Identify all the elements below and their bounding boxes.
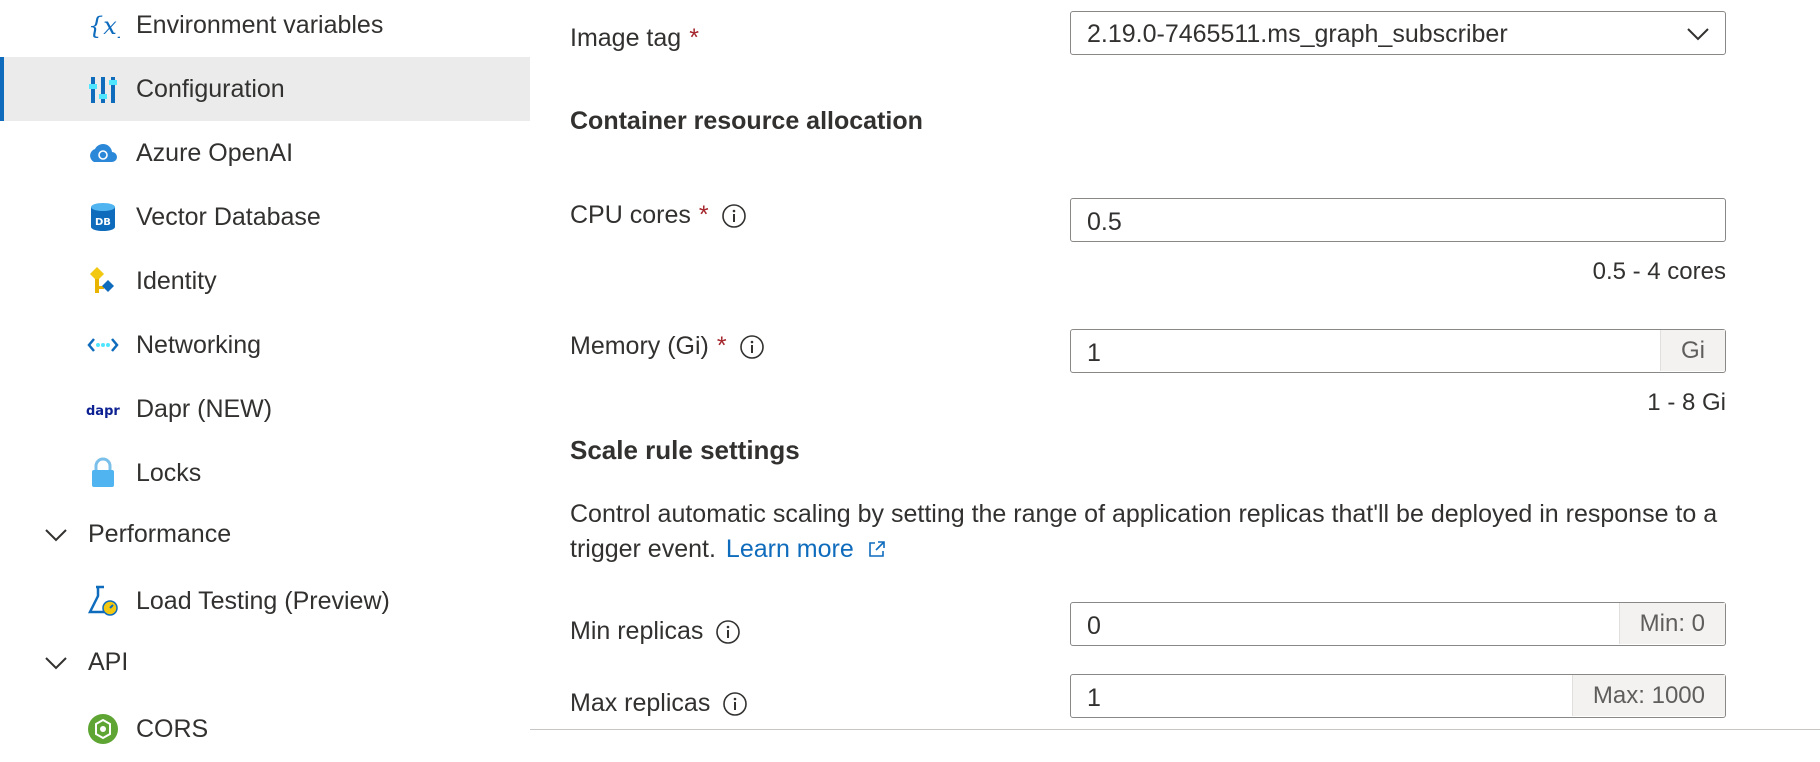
- dapr-icon: dapr: [86, 392, 120, 426]
- sidebar-item-azure-openai[interactable]: Azure OpenAI: [0, 121, 530, 185]
- sidebar-group-api[interactable]: API: [0, 633, 530, 693]
- sidebar-nav: {x} Environment variables Configuration …: [0, 0, 530, 762]
- sidebar-item-label: Identity: [136, 266, 217, 295]
- variable-icon: {x}: [86, 8, 120, 42]
- sidebar-item-vector-database[interactable]: DB Vector Database: [0, 185, 530, 249]
- info-icon[interactable]: [715, 619, 741, 645]
- min-replicas-suffix: Min: 0: [1618, 603, 1725, 644]
- chevron-down-icon: [45, 657, 67, 670]
- sidebar-item-label: Dapr (NEW): [136, 394, 273, 423]
- sidebar-item-label: Azure OpenAI: [136, 138, 294, 167]
- resource-allocation-heading: Container resource allocation: [570, 107, 923, 135]
- key-icon: [86, 264, 120, 298]
- link-text: Learn more: [725, 535, 854, 563]
- svg-text:{x}: {x}: [88, 12, 120, 40]
- label-text: Max replicas: [570, 689, 711, 717]
- configuration-form: Image tag * 2.19.0-7465511.ms_graph_subs…: [530, 0, 1820, 762]
- memory-input[interactable]: 1 Gi: [1070, 329, 1726, 373]
- scale-rule-heading: Scale rule settings: [570, 435, 800, 465]
- max-replicas-label: Max replicas: [570, 689, 748, 718]
- min-replicas-value: 0: [1087, 612, 1101, 640]
- image-tag-value: 2.19.0-7465511.ms_graph_subscriber: [1087, 20, 1508, 48]
- label-text: Memory (Gi): [570, 332, 709, 360]
- chevron-down-icon: [1687, 28, 1709, 41]
- cpu-cores-value: 0.5: [1087, 208, 1122, 236]
- sidebar-item-dapr[interactable]: dapr Dapr (NEW): [0, 377, 530, 441]
- memory-range-hint: 1 - 8 Gi: [1647, 389, 1726, 416]
- sidebar-item-configuration[interactable]: Configuration: [0, 57, 530, 121]
- sidebar-item-load-testing[interactable]: Load Testing (Preview): [0, 569, 530, 633]
- lock-icon: [86, 456, 120, 490]
- group-label: API: [88, 648, 129, 676]
- group-label: Performance: [88, 520, 232, 548]
- sidebar-item-label: Vector Database: [136, 202, 321, 231]
- info-icon[interactable]: [722, 691, 748, 717]
- learn-more-link[interactable]: Learn more: [726, 535, 887, 563]
- sidebar-item-label: Networking: [136, 330, 262, 359]
- sidebar-group-performance[interactable]: Performance: [0, 505, 530, 565]
- cpu-cores-range-hint: 0.5 - 4 cores: [1592, 258, 1726, 285]
- max-replicas-input[interactable]: 1 Max: 1000: [1070, 674, 1726, 718]
- info-icon[interactable]: [721, 203, 747, 229]
- networking-icon: [86, 328, 120, 362]
- sidebar-item-label: Environment variables: [136, 10, 384, 39]
- memory-unit-suffix: Gi: [1660, 330, 1725, 371]
- sidebar-item-label: CORS: [136, 714, 209, 743]
- label-text: Image tag: [570, 24, 682, 52]
- sidebar-item-label: Load Testing (Preview): [136, 586, 390, 615]
- database-icon: DB: [86, 200, 120, 234]
- memory-label: Memory (Gi) *: [570, 332, 765, 361]
- sidebar-item-cors[interactable]: CORS: [0, 697, 530, 761]
- min-replicas-label: Min replicas: [570, 617, 741, 646]
- cpu-cores-label: CPU cores *: [570, 201, 747, 230]
- svg-text:DB: DB: [95, 217, 111, 228]
- svg-text:dapr: dapr: [86, 404, 120, 419]
- sidebar-item-networking[interactable]: Networking: [0, 313, 530, 377]
- cpu-cores-input[interactable]: 0.5: [1070, 198, 1726, 242]
- sidebar-item-label: Configuration: [136, 74, 285, 103]
- divider: [530, 729, 1820, 730]
- required-marker: *: [698, 201, 709, 229]
- sidebar-item-locks[interactable]: Locks: [0, 441, 530, 505]
- load-testing-icon: [86, 584, 120, 618]
- chevron-down-icon: [45, 529, 67, 542]
- azure-openai-icon: [86, 136, 120, 170]
- sidebar-item-label: Locks: [136, 458, 202, 487]
- scale-description: Control automatic scaling by setting the…: [570, 497, 1770, 567]
- required-marker: *: [689, 24, 699, 52]
- min-replicas-input[interactable]: 0 Min: 0: [1070, 602, 1726, 646]
- configuration-icon: [86, 72, 120, 106]
- cors-icon: [86, 712, 120, 746]
- external-link-icon: [868, 541, 885, 557]
- sidebar-item-identity[interactable]: Identity: [0, 249, 530, 313]
- label-text: CPU cores: [570, 201, 691, 229]
- required-marker: *: [716, 332, 727, 360]
- memory-value: 1: [1087, 339, 1101, 367]
- max-replicas-suffix: Max: 1000: [1571, 675, 1725, 716]
- sidebar-item-environment-variables[interactable]: {x} Environment variables: [0, 0, 530, 57]
- image-tag-dropdown[interactable]: 2.19.0-7465511.ms_graph_subscriber: [1070, 11, 1726, 55]
- max-replicas-value: 1: [1087, 684, 1101, 712]
- label-text: Min replicas: [570, 617, 704, 645]
- info-icon[interactable]: [739, 334, 765, 360]
- image-tag-label: Image tag *: [570, 24, 699, 53]
